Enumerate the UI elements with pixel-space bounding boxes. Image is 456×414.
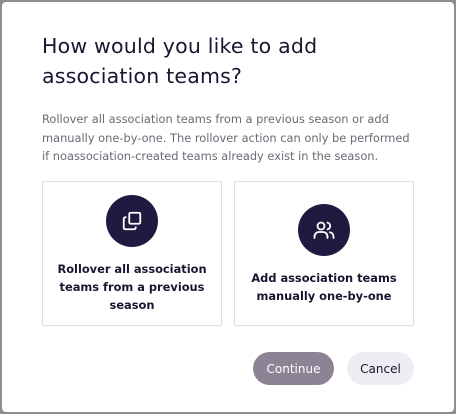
manual-add-option-label: Add association teams manually one-by-on… (251, 271, 397, 303)
rollover-option-label: Rollover all association teams from a pr… (57, 262, 207, 312)
add-teams-dialog: How would you like to add association te… (2, 2, 454, 412)
copy-icon (106, 195, 158, 247)
manual-add-option-card[interactable]: Add association teams manually one-by-on… (234, 181, 414, 326)
continue-button[interactable]: Continue (253, 352, 334, 385)
rollover-option-card[interactable]: Rollover all association teams from a pr… (42, 181, 222, 326)
dialog-title: How would you like to add association te… (42, 34, 318, 88)
dialog-description: Rollover all association teams from a pr… (42, 112, 410, 163)
cancel-button[interactable]: Cancel (347, 352, 414, 385)
users-icon (298, 204, 350, 256)
